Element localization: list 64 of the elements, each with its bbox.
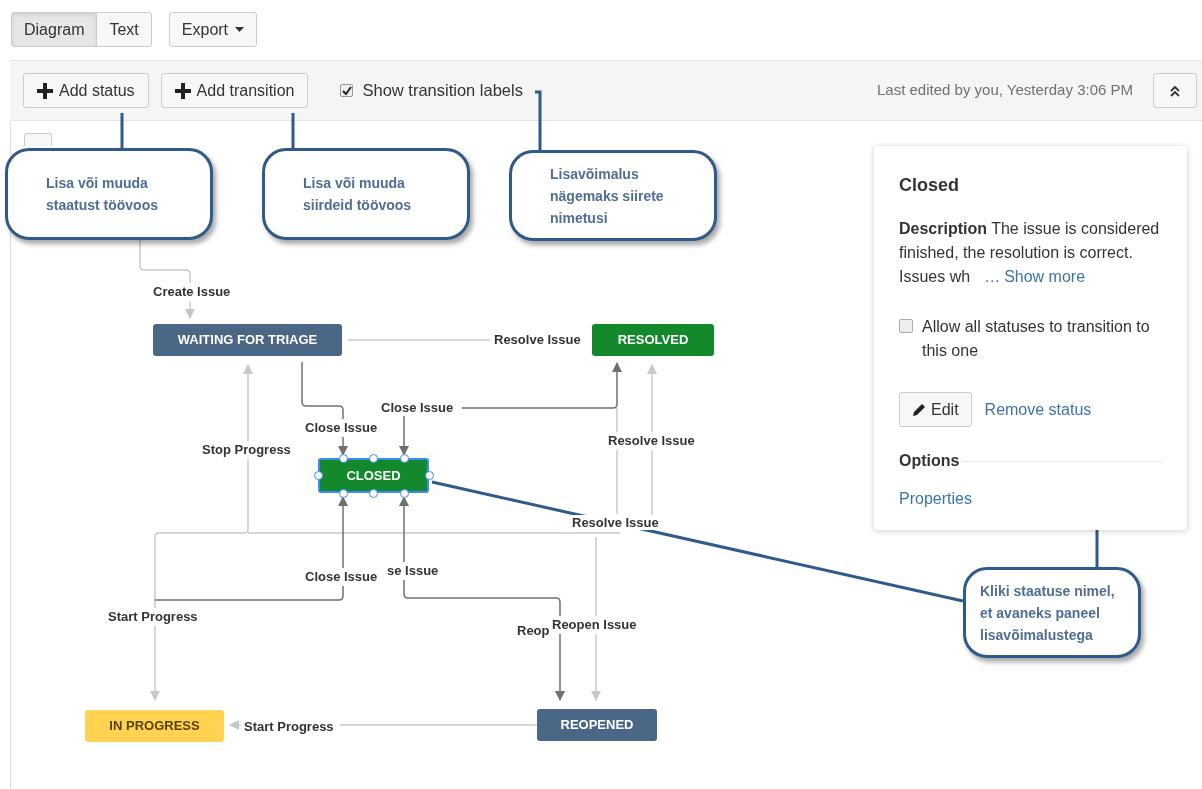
transition-label[interactable]: Reop xyxy=(516,623,551,638)
checkbox[interactable] xyxy=(340,84,354,97)
ellipsis-text: … xyxy=(984,268,1001,285)
transition-label[interactable]: Start Progress xyxy=(243,719,335,734)
panel-title: Closed xyxy=(899,174,960,197)
add-status-button[interactable]: Add status xyxy=(23,73,149,108)
transition-line[interactable] xyxy=(338,496,348,569)
remove-status-link[interactable]: Remove status xyxy=(984,397,1092,422)
transition-label[interactable]: Close Issue xyxy=(304,420,379,435)
plus-icon xyxy=(37,82,53,99)
callout-text: Lisavõimalus nägemaks siirete nimetusi xyxy=(550,164,665,228)
selection-handle[interactable] xyxy=(399,453,409,463)
transition-line[interactable] xyxy=(555,633,565,701)
last-edited-text: Last edited by you, Yesterday 3:06 PM xyxy=(877,80,1133,101)
transition-label[interactable]: Stop Progress xyxy=(201,442,292,457)
transition-label[interactable]: Close Issue xyxy=(380,400,455,415)
properties-link[interactable]: Properties xyxy=(899,487,972,511)
checkbox-label: Allow all statuses to transition to this one xyxy=(922,317,1150,361)
selection-handle[interactable] xyxy=(369,488,378,498)
selection-handle[interactable] xyxy=(424,471,434,480)
checkbox-label: Show transition labels xyxy=(362,80,523,102)
pencil-icon xyxy=(912,402,926,417)
transition-line[interactable] xyxy=(338,436,348,456)
transition-label[interactable]: Resolve Issue xyxy=(493,332,582,347)
show-more-link[interactable]: Show more xyxy=(1004,268,1086,285)
collapse-button[interactable] xyxy=(1153,73,1197,108)
view-tab[interactable]: Text xyxy=(96,12,152,47)
checkbox[interactable] xyxy=(899,319,913,333)
transition-line[interactable] xyxy=(399,496,409,563)
transition-line[interactable] xyxy=(301,361,344,420)
status-node[interactable]: RESOLVED xyxy=(592,324,714,356)
transition-label[interactable]: Resolve Issue xyxy=(571,515,660,530)
selection-handle[interactable] xyxy=(399,488,409,498)
callout-text: Lisa või muuda staatust töövoos xyxy=(46,174,159,215)
transition-label[interactable]: Resolve Issue xyxy=(607,433,696,448)
caret-icon xyxy=(235,27,245,32)
transition-label[interactable]: Close Issue xyxy=(304,569,379,584)
plus-icon xyxy=(174,82,191,99)
selection-handle[interactable] xyxy=(369,453,378,463)
transition-label[interactable]: Start Progress xyxy=(107,609,199,624)
export-button[interactable]: Export xyxy=(168,12,258,47)
status-node[interactable]: WAITING FOR TRIAGE xyxy=(153,324,342,356)
edit-button[interactable]: Edit xyxy=(899,392,972,427)
transition-line[interactable] xyxy=(139,239,191,284)
status-node[interactable]: CLOSED xyxy=(318,458,429,493)
transition-line[interactable] xyxy=(403,579,561,617)
transition-label[interactable]: se Issue xyxy=(386,563,440,578)
status-node[interactable]: IN PROGRESS xyxy=(85,710,224,742)
callout-text: Kliki staatuse nimel, et avaneks paneel lisavõimalustega xyxy=(980,581,1116,645)
view-tab[interactable]: Diagram xyxy=(11,12,98,47)
description-text: Description The issue is considered finished, the resolution is correct. Issues wh … Show more xyxy=(899,219,1161,287)
add-transition-button[interactable]: Add transition xyxy=(160,73,309,108)
callout-text: Lisa või muuda siirdeid töövoos xyxy=(303,174,413,215)
selection-handle[interactable] xyxy=(338,453,348,463)
transition-line[interactable] xyxy=(399,415,409,456)
transition-label[interactable]: Reopen Issue xyxy=(551,617,638,632)
transition-label[interactable]: Create Issue xyxy=(152,284,232,299)
selection-handle[interactable] xyxy=(313,471,323,480)
status-node[interactable]: REOPENED xyxy=(537,709,657,741)
selection-handle[interactable] xyxy=(338,488,348,498)
double-chevron-up-icon xyxy=(1169,84,1181,97)
options-heading: Options xyxy=(899,451,960,471)
transition-line[interactable] xyxy=(154,585,344,601)
transition-line[interactable] xyxy=(461,362,622,409)
